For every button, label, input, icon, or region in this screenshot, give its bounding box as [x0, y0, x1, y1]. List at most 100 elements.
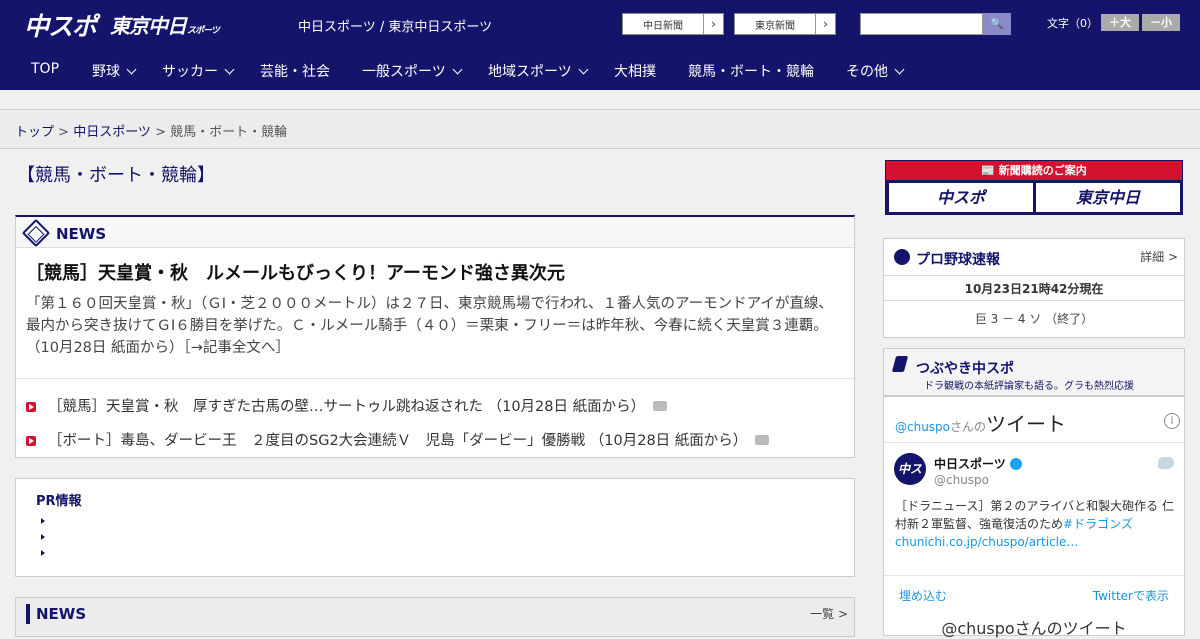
chuspo-logo[interactable]: 中スポ [24, 7, 97, 43]
nav-label: 野球 [92, 64, 120, 80]
tweet-author-handle[interactable]: @chuspo [934, 473, 989, 487]
tweets-subtitle: ドラ観戦の本紙評論家も語る。グラも熱烈応援 [924, 381, 1134, 392]
read-more-link[interactable]: ［→記事全文へ］ [184, 340, 290, 356]
search-input[interactable] [860, 13, 983, 35]
pr-bullet-icon[interactable] [41, 550, 45, 556]
timeline-footer: @chuspoさんのツイート [941, 619, 1127, 638]
news-item-date: （10月28日 紙面から） [487, 399, 646, 415]
search-icon: 🔍 [990, 17, 1004, 30]
nav-item-racing[interactable]: 競馬・ボート・競輪 [688, 61, 814, 81]
nav-item-sumo[interactable]: 大相撲 [614, 61, 656, 81]
camera-icon [653, 401, 668, 411]
select-label: 中日新聞 [643, 21, 683, 32]
tweet-text: ［ドラニュース］第２のアライバと和製大砲作る 仁村新２軍監督、強竜復活のため#ド… [895, 497, 1175, 551]
author-name-text: 中日スポーツ [934, 457, 1006, 471]
news-list-more-link[interactable]: 一覧 > [810, 605, 848, 622]
pr-bullet-icon[interactable] [41, 518, 45, 524]
breadcrumb: トップ > 中日スポーツ > 競馬・ボート・競輪 [0, 111, 1200, 149]
chevron-down-icon [126, 64, 137, 75]
nav-item-soccer[interactable]: サッカー [162, 61, 235, 81]
news-list-item[interactable]: ［ボート］毒島、ダービー王 ２度目のSG2大会連続Ｖ 児島「ダービー」優勝戦 （… [26, 429, 770, 450]
news-icon [21, 218, 51, 248]
divider [16, 378, 854, 379]
nav-label: 競馬・ボート・競輪 [688, 64, 814, 80]
timeline-heading: @chuspoさんのツイート [895, 408, 1066, 437]
breadcrumb-chunichi-link[interactable]: 中日スポーツ [73, 125, 151, 140]
timeline-handle-suffix: さんの [950, 420, 987, 434]
news-section: NEWS ［競馬］天皇賞・秋 ルメールもびっくり！アーモンド強さ異次元 「第１６… [15, 215, 855, 458]
chevron-down-icon [452, 64, 463, 75]
chevron-down-icon [894, 64, 905, 75]
pr-title: PR情報 [36, 494, 82, 509]
tokyo-chunichi-logo[interactable]: 東京中日スポーツ [110, 10, 220, 39]
baseball-timestamp: 10月23日21時42分現在 [964, 282, 1104, 296]
megaphone-icon [891, 356, 909, 372]
nav-item-entertainment[interactable]: 芸能・社会 [260, 61, 330, 81]
chevron-right-icon: › [815, 14, 835, 34]
tweets-title: つぶやき中スポ [916, 361, 1014, 377]
twitter-timeline: @chuspoさんのツイート i 中スポ 中日スポーツ @chuspo ［ドラニ… [883, 396, 1185, 638]
nav-label: その他 [846, 64, 888, 80]
nav-label: 地域スポーツ [488, 64, 572, 80]
font-size-decrease-button[interactable]: －小 [1142, 14, 1180, 31]
spacer-strip [0, 90, 1200, 110]
tokyo-logo-small: スポーツ [187, 26, 220, 36]
twitter-bird-icon[interactable] [1158, 457, 1174, 469]
nav-item-general-sports[interactable]: 一般スポーツ [362, 61, 463, 81]
tokyo-shimbun-select[interactable]: 東京新聞 › [734, 13, 836, 35]
search-button[interactable]: 🔍 [983, 13, 1011, 35]
embed-link[interactable]: 埋め込む [899, 587, 947, 604]
nav-label: サッカー [162, 64, 218, 80]
nav-item-baseball[interactable]: 野球 [92, 61, 137, 81]
timeline-title: ツイート [986, 412, 1067, 436]
nav-label: TOP [31, 61, 60, 77]
top-header: 中スポ 東京中日スポーツ 中日スポーツ / 東京中日スポーツ 中日新聞 › 東京… [0, 0, 1200, 48]
chunichi-shimbun-select[interactable]: 中日新聞 › [622, 13, 724, 35]
pr-bullet-icon[interactable] [41, 534, 45, 540]
subscribe-chuspo-button[interactable]: 中スポ [889, 183, 1033, 212]
section-bar [26, 604, 30, 624]
news-list-section: NEWS 一覧 > [15, 597, 855, 637]
select-label: 東京新聞 [755, 21, 795, 32]
tweet-author-name[interactable]: 中日スポーツ [934, 455, 1022, 472]
subscribe-tokyo-button[interactable]: 東京中日 [1036, 183, 1180, 212]
divider [884, 442, 1184, 443]
news-title: NEWS [56, 225, 107, 243]
divider [884, 275, 1184, 276]
chevron-right-icon: › [703, 14, 723, 34]
main-nav: TOP 野球 サッカー 芸能・社会 一般スポーツ 地域スポーツ 大相撲 競馬・ボ… [0, 48, 1200, 90]
view-on-twitter-link[interactable]: Twitterで表示 [1093, 587, 1169, 604]
nav-item-other[interactable]: その他 [846, 61, 905, 81]
font-size-increase-button[interactable]: ＋大 [1101, 14, 1139, 31]
avatar[interactable]: 中スポ [894, 453, 926, 508]
camera-icon [755, 435, 770, 445]
chevron-down-icon [578, 64, 589, 75]
breadcrumb-top-link[interactable]: トップ [15, 125, 54, 140]
news-list-item[interactable]: ［競馬］天皇賞・秋 厚すぎた古馬の壁…サートゥル跳ね返された （10月28日 紙… [26, 395, 668, 416]
baseball-game-score[interactable]: 巨 3 － 4 ソ （終了） [884, 310, 1184, 327]
play-bullet-icon [26, 402, 36, 412]
newspaper-icon: 📰 [981, 164, 995, 177]
news-lead-text: 「第１６０回天皇賞・秋」（ＧⅠ・芝２０００メートル）は２７日、東京競馬場で行われ… [26, 296, 833, 356]
nav-item-local-sports[interactable]: 地域スポーツ [488, 61, 589, 81]
nav-label: 大相撲 [614, 64, 656, 80]
news-item-text: ［競馬］天皇賞・秋 厚すぎた古馬の壁…サートゥル跳ね返された [48, 399, 483, 415]
divider [884, 575, 1184, 576]
site-title: 中日スポーツ / 東京中日スポーツ [298, 20, 493, 35]
subscription-label: 新聞購読のご案内 [998, 164, 1087, 177]
baseball-detail-link[interactable]: 詳細 > [1140, 248, 1178, 265]
nav-item-top[interactable]: TOP [31, 61, 59, 77]
verified-icon [1009, 458, 1022, 470]
news-headline-link[interactable]: ［競馬］天皇賞・秋 ルメールもびっくり！アーモンド強さ異次元 [26, 259, 565, 285]
pr-section: PR情報 [15, 478, 855, 577]
play-bullet-icon [26, 436, 36, 446]
chevron-down-icon [224, 64, 235, 75]
baseball-icon [894, 249, 910, 265]
news-list-title: NEWS [36, 605, 87, 623]
timeline-handle-link[interactable]: @chuspo [895, 420, 950, 434]
baseball-title: プロ野球速報 [916, 252, 1000, 268]
info-icon[interactable]: i [1164, 413, 1180, 429]
nav-label: 一般スポーツ [362, 64, 446, 80]
news-lead: 「第１６０回天皇賞・秋」（ＧⅠ・芝２０００メートル）は２７日、東京競馬場で行われ… [26, 293, 846, 359]
news-header: NEWS [16, 217, 854, 248]
